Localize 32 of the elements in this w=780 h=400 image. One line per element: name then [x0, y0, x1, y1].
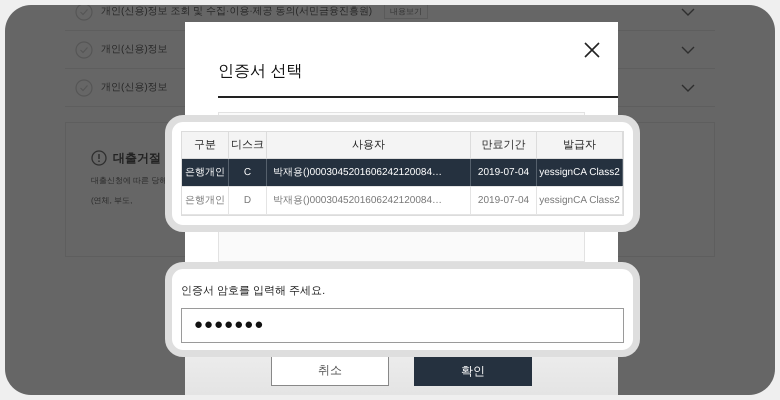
chevron-down-icon[interactable]	[681, 46, 695, 54]
column-header: 구분	[182, 132, 229, 158]
column-header: 사용자	[267, 132, 471, 158]
confirm-button[interactable]: 확인	[414, 354, 532, 386]
table-cell: 은행개인	[182, 159, 229, 186]
dialog-title: 인증서 선택	[218, 62, 302, 82]
agreement-label: 개인(신용)정보	[101, 80, 168, 94]
notice-title: 대출거절	[113, 150, 161, 167]
table-cell: yessignCA Class2	[537, 187, 623, 214]
table-cell: 은행개인	[182, 187, 229, 214]
column-header: 디스크	[229, 132, 267, 158]
table-cell: 박재용()0003045201606242120084…	[267, 159, 471, 186]
cancel-button[interactable]: 취소	[271, 354, 389, 386]
warning-icon	[91, 150, 107, 166]
agreement-label: 개인(신용)정보	[101, 42, 168, 56]
notice-text: (연체, 부도,	[91, 195, 132, 207]
table-cell: C	[229, 159, 267, 186]
chevron-down-icon[interactable]	[681, 8, 695, 16]
chevron-down-icon[interactable]	[681, 84, 695, 92]
column-header: 만료기간	[471, 132, 537, 158]
table-cell: 2019-07-04	[471, 187, 537, 214]
table-cell: D	[229, 187, 267, 214]
table-cell: yessignCA Class2	[537, 159, 623, 186]
column-header: 발급자	[537, 132, 623, 158]
certificate-row[interactable]: 은행개인 D 박재용()0003045201606242120084… 2019-07-04 yessignCA Class2	[182, 187, 623, 215]
table-cell: 2019-07-04	[471, 159, 537, 186]
password-label: 인증서 암호를 입력해 주세요.	[181, 284, 326, 299]
table-cell: 박재용()0003045201606242120084…	[267, 187, 471, 214]
agreement-label: 개인(신용)정보 조회 및 수집·이용·제공 동의(서민금융진흥원)	[101, 5, 372, 18]
close-icon[interactable]	[584, 42, 600, 58]
certificate-row[interactable]: 은행개인 C 박재용()0003045201606242120084… 2019-07-04 yessignCA Class2	[182, 159, 623, 187]
password-field[interactable]: ●●●●●●●	[181, 308, 624, 342]
